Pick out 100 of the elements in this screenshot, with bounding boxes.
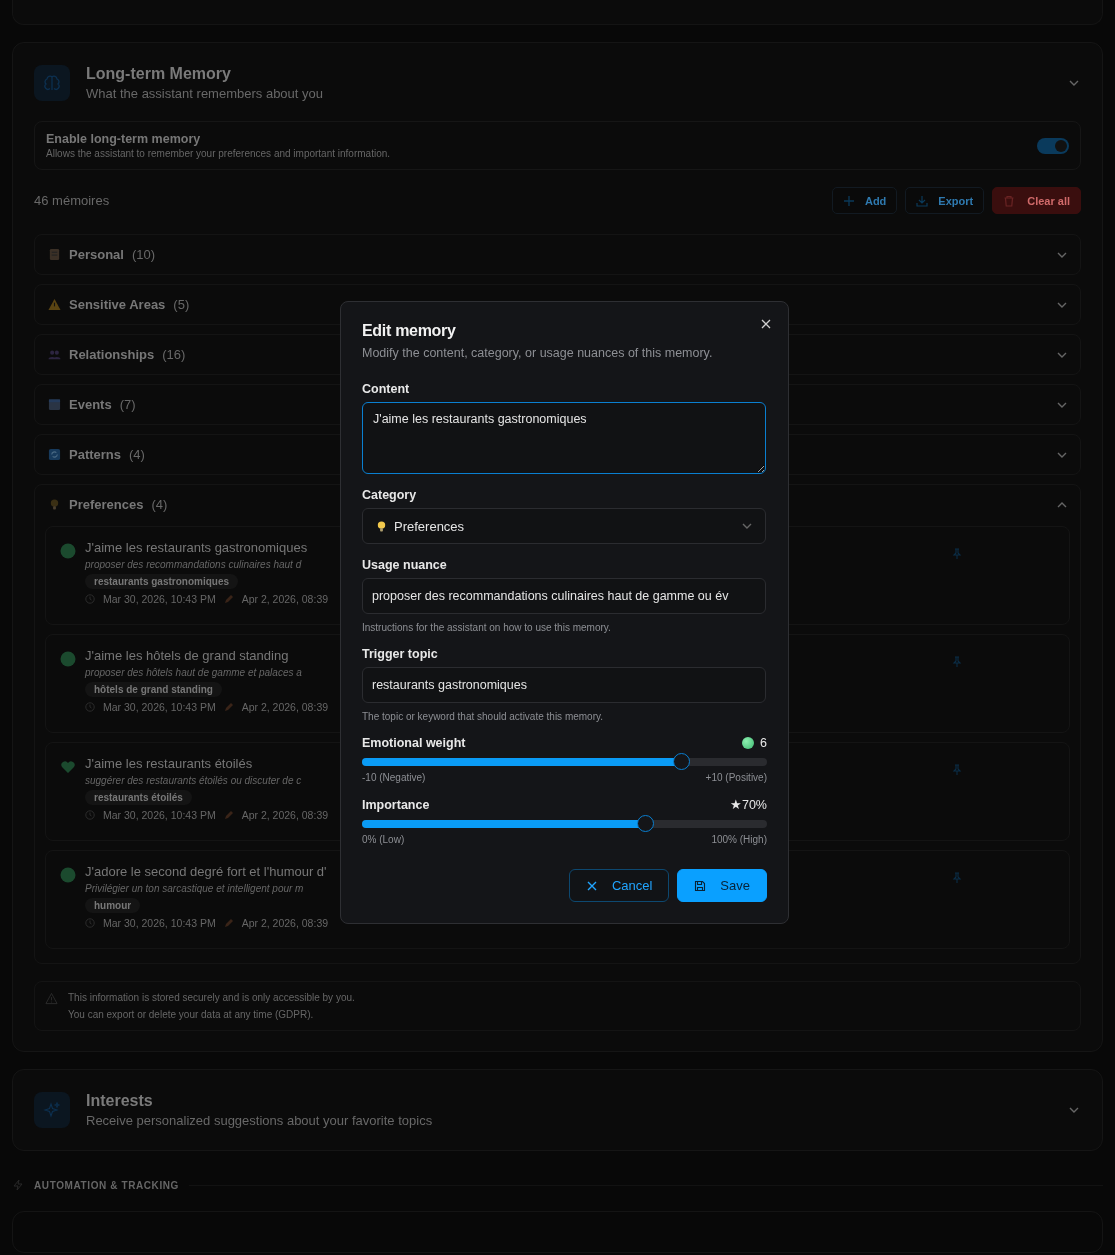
circle-icon [60,651,76,667]
clock-icon [85,702,95,712]
memory-tag: restaurants étoilés [85,790,192,805]
notice-text: You can export or delete your data at any time (GDPR). [68,1009,315,1020]
slider-reading: ★70% [729,797,767,812]
category-name[interactable]: Sensitive Areas [69,297,166,312]
mood-dot-icon [742,737,755,749]
category-count: (10) [131,247,156,262]
download-icon [916,194,929,207]
memory-tag: humour [85,898,141,913]
field-label: Usage nuance [362,558,448,572]
slider-max-label: 100% (High) [711,834,767,845]
edited-date: Apr 2, 2026, 08:39 [241,809,329,821]
slider-thumb[interactable] [672,753,690,770]
field-label: Content [362,382,411,396]
slider-label: Emotional weight [362,736,467,750]
created-date: Mar 30, 2026, 10:43 PM [103,917,216,929]
created-date: Mar 30, 2026, 10:43 PM [103,809,216,821]
toggle-label: Enable long-term memory [46,132,202,146]
people-icon [48,348,61,361]
clock-icon [85,810,95,820]
toggle-switch[interactable] [1037,137,1069,154]
brain-icon [34,65,70,101]
cancel-button[interactable]: Cancel [568,869,670,902]
slider-min-label: -10 (Negative) [362,772,426,783]
pencil-icon [223,594,234,604]
trash-icon [1003,194,1016,207]
warning-icon [48,298,61,311]
slider-min-label: 0% (Low) [362,834,405,845]
slider-max-label: +10 (Positive) [705,772,767,783]
slider-reading: 6 [742,736,767,750]
clear-button[interactable]: Clear all [992,187,1081,214]
memory-tag: restaurants gastronomiques [85,574,239,589]
pencil-icon [223,918,234,928]
memory-tag: hôtels de grand standing [85,682,222,697]
memory-content: J'aime les restaurants gastronomiques [85,540,308,555]
memory-nuance: proposer des hôtels haut de gamme et palaces a [85,667,302,678]
clipboard-icon [48,248,61,261]
memory-nuance: proposer des recommandations culinaires haut d [85,559,302,570]
lightbulb-icon [375,519,388,533]
section-subtitle: Receive personalized suggestions about your favorite topics [86,1113,434,1128]
heart-icon [60,759,76,775]
memory-nuance: Privilégier un ton sarcastique et intelligent pour m [85,883,304,894]
field-hint: Instructions for the assistant on how to use this memory. [362,622,612,633]
slider-label: Importance [362,797,431,812]
circle-icon [60,543,76,559]
category-count: (5) [173,297,190,312]
content-field[interactable]: J'aime les restaurants gastronomiques [362,402,766,474]
dialog-title: Edit memory [362,322,457,340]
sparkle-icon [34,1092,70,1128]
circle-icon [60,867,76,883]
memory-content: J'aime les hôtels de grand standing [85,648,289,663]
field-label: Trigger topic [362,647,439,661]
add-button[interactable]: Add [831,187,898,214]
edited-date: Apr 2, 2026, 08:39 [241,701,329,713]
pencil-icon [223,702,234,712]
section-subtitle: What the assistant remembers about you [86,86,324,101]
toggle-description: Allows the assistant to remember your preferences and important information. [46,148,392,159]
clock-icon [85,594,95,604]
category-name[interactable]: Events [69,397,112,412]
edited-date: Apr 2, 2026, 08:39 [241,917,329,929]
category-name[interactable]: Preferences [69,497,144,512]
close-icon [585,879,598,892]
slider-track[interactable] [362,815,767,833]
pencil-icon [223,810,234,820]
export-button[interactable]: Export [905,187,985,214]
slider-track[interactable] [362,753,767,771]
field-hint: The topic or keyword that should activate this memory. [362,711,605,722]
memory-content: J'aime les restaurants étoilés [85,756,253,771]
category-name[interactable]: Patterns [69,447,122,462]
category-count: (4) [129,447,145,462]
repeat-icon [48,448,61,461]
category-name[interactable]: Personal [69,247,124,262]
lightning-icon [12,1179,24,1191]
category-dropdown[interactable]: Preferences [362,508,766,544]
trigger-field[interactable]: restaurants gastronomiques [362,667,766,703]
category-count: (7) [119,397,136,412]
category-count: (16) [162,347,186,362]
warning-icon [45,992,58,1005]
category-count: (4) [151,497,168,512]
edited-date: Apr 2, 2026, 08:39 [241,593,329,605]
dialog-subtitle: Modify the content, category, or usage nuances of this memory. [362,346,714,360]
section-title: Interests [86,1092,154,1110]
section-title: Long-term Memory [86,65,232,83]
memory-content: J'adore le second degré fort et l'humour d' [85,864,327,879]
memory-count: 46 mémoires [34,193,111,208]
field-label: Category [362,488,418,502]
plus-icon [842,194,855,207]
lightbulb-icon [48,498,61,511]
slider-thumb[interactable] [636,815,654,832]
close-icon[interactable] [760,318,772,330]
category-name[interactable]: Relationships [69,347,155,362]
clock-icon [85,918,95,928]
save-button[interactable]: Save [677,869,767,902]
section-heading: AUTOMATION & TRACKING [34,1179,179,1191]
created-date: Mar 30, 2026, 10:43 PM [103,593,216,605]
memory-nuance: suggérer des restaurants étoilés ou discuter de c [85,775,302,786]
notice-text: This information is stored securely and is only accessible by you. [68,992,355,1003]
usage-field[interactable]: proposer des recommandations culinaires haut de gamme ou év [362,578,766,614]
created-date: Mar 30, 2026, 10:43 PM [103,701,216,713]
